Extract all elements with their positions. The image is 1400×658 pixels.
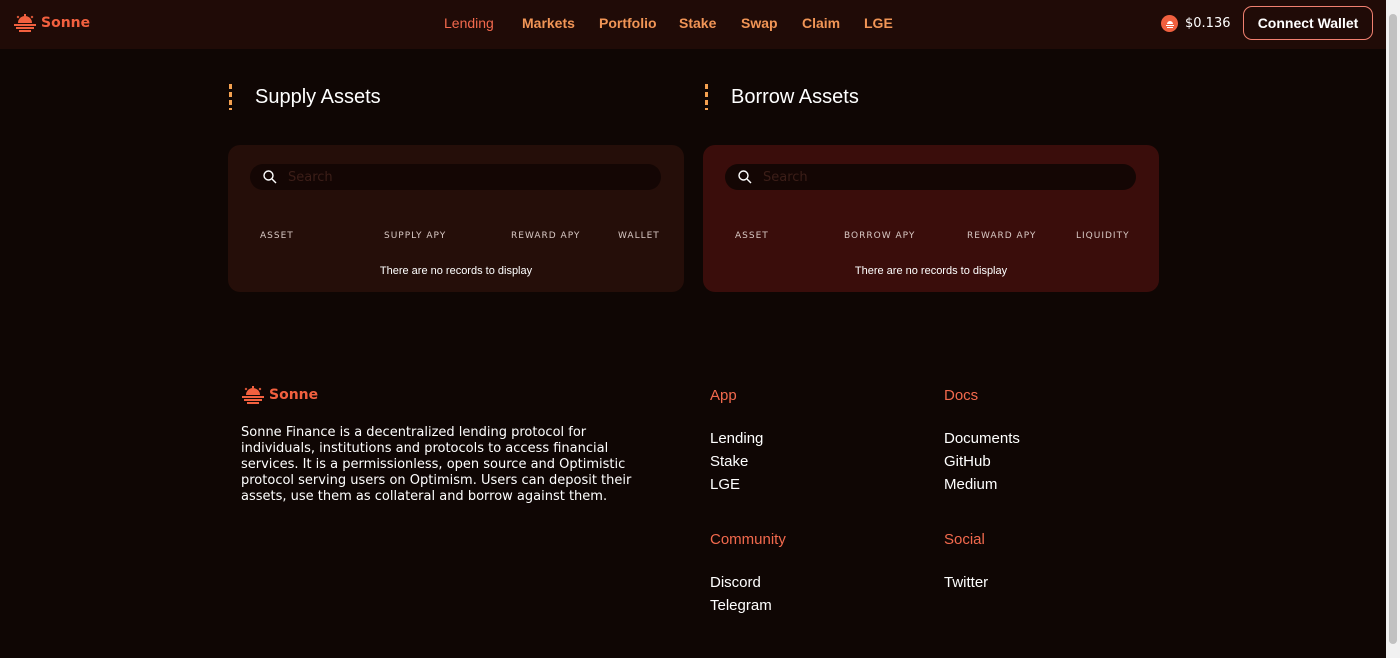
supply-search [250, 164, 661, 190]
col-reward-apy[interactable]: REWARD APY [967, 231, 1036, 241]
nav-lge[interactable]: LGE [864, 15, 893, 31]
col-supply-apy[interactable]: SUPPLY APY [384, 231, 446, 241]
about-text: Sonne Finance is a decentralized lending… [241, 425, 632, 504]
nav-portfolio[interactable]: Portfolio [599, 15, 679, 31]
footer-social-heading: Social [944, 531, 985, 548]
col-asset[interactable]: ASSET [735, 231, 769, 241]
borrow-section-title: Borrow Assets [705, 84, 859, 110]
sun-logo-icon [14, 14, 36, 32]
footer-link-telegram[interactable]: Telegram [710, 597, 772, 614]
col-asset[interactable]: ASSET [260, 231, 294, 241]
col-borrow-apy[interactable]: BORROW APY [844, 231, 915, 241]
nav-lending[interactable]: Lending [444, 15, 522, 31]
connect-wallet-button[interactable]: Connect Wallet [1243, 6, 1373, 40]
footer-link-medium[interactable]: Medium [944, 476, 997, 493]
footer-link-documents[interactable]: Documents [944, 430, 1020, 447]
search-icon [738, 170, 752, 184]
supply-assets-panel: ASSET SUPPLY APY REWARD APY WALLET There… [228, 145, 684, 292]
main-nav: Lending Markets Portfolio Stake Swap Cla… [444, 15, 893, 31]
borrow-search [725, 164, 1136, 190]
title-accent-bar [705, 84, 708, 110]
nav-stake[interactable]: Stake [679, 15, 741, 31]
scrollbar[interactable] [1386, 0, 1400, 658]
title-accent-bar [229, 84, 232, 110]
search-icon [263, 170, 277, 184]
footer-link-lending[interactable]: Lending [710, 430, 763, 447]
token-price: $0.136 [1161, 15, 1231, 32]
nav-swap[interactable]: Swap [741, 15, 802, 31]
col-liquidity[interactable]: LIQUIDITY [1076, 231, 1130, 241]
footer-link-twitter[interactable]: Twitter [944, 574, 988, 591]
footer-link-discord[interactable]: Discord [710, 574, 761, 591]
borrow-assets-panel: ASSET BORROW APY REWARD APY LIQUIDITY Th… [703, 145, 1159, 292]
footer-docs-heading: Docs [944, 387, 979, 404]
supply-title-text: Supply Assets [255, 85, 381, 108]
sun-logo-icon [242, 386, 264, 404]
supply-section-title: Supply Assets [229, 84, 381, 110]
borrow-search-input[interactable] [763, 169, 1123, 185]
sonne-token-icon [1161, 15, 1178, 32]
nav-markets[interactable]: Markets [522, 15, 599, 31]
footer-link-github[interactable]: GitHub [944, 453, 991, 470]
footer-app-heading: App [710, 387, 737, 404]
borrow-title-text: Borrow Assets [731, 85, 859, 108]
col-wallet[interactable]: WALLET [618, 231, 660, 241]
supply-search-input[interactable] [288, 169, 648, 185]
price-value: $0.136 [1185, 16, 1231, 31]
footer-brand-name: Sonne [269, 387, 319, 403]
footer-community-heading: Community [710, 531, 786, 548]
col-reward-apy[interactable]: REWARD APY [511, 231, 580, 241]
footer-link-stake[interactable]: Stake [710, 453, 748, 470]
footer-brand-logo[interactable]: Sonne [241, 386, 318, 404]
footer-link-lge[interactable]: LGE [710, 476, 740, 493]
scrollbar-thumb[interactable] [1389, 14, 1397, 644]
supply-empty-message: There are no records to display [379, 265, 533, 277]
brand-logo[interactable]: Sonne [13, 14, 90, 32]
borrow-empty-message: There are no records to display [854, 265, 1008, 277]
top-nav-bar: Sonne Lending Markets Portfolio Stake Sw… [0, 0, 1386, 49]
nav-claim[interactable]: Claim [802, 15, 864, 31]
brand-name: Sonne [41, 15, 91, 31]
